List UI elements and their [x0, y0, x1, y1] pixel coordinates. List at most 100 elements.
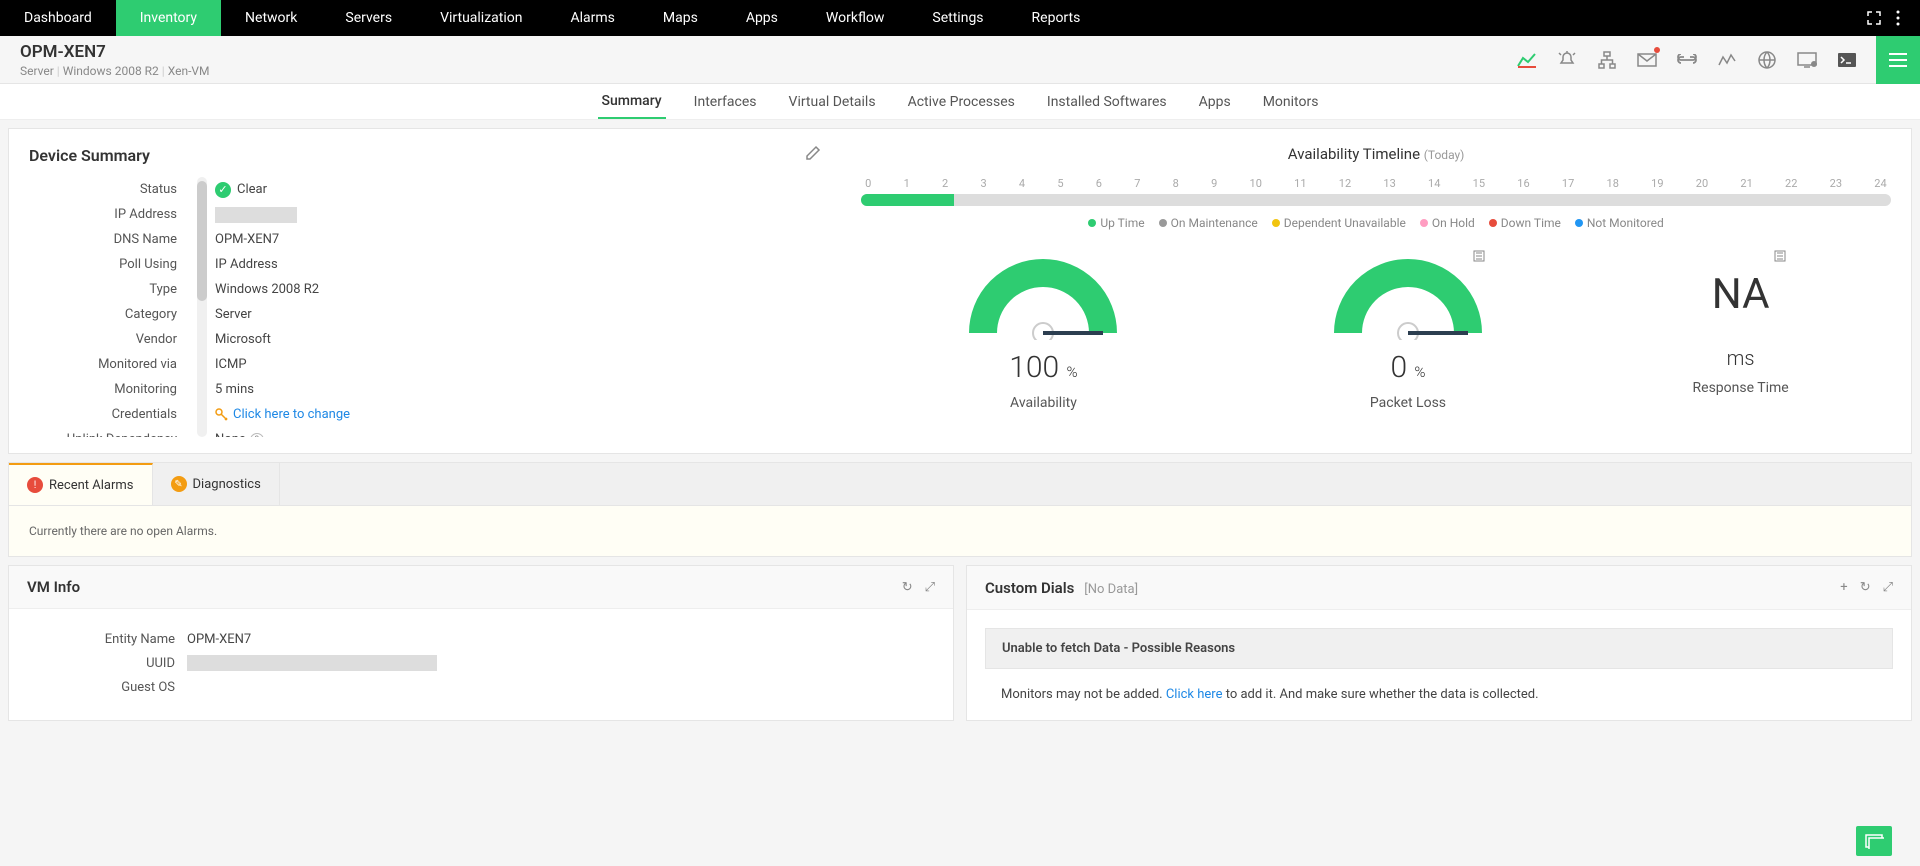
expand-icon[interactable]: ⤢: [1883, 580, 1893, 595]
page-title: OPM-XEN7: [20, 42, 210, 62]
nav-dashboard[interactable]: Dashboard: [0, 0, 116, 36]
expand-icon[interactable]: ⤢: [925, 580, 935, 595]
add-icon[interactable]: +: [1840, 580, 1847, 595]
nav-settings[interactable]: Settings: [908, 0, 1007, 36]
summary-value: OPM-XEN7: [215, 227, 821, 252]
subtab-monitors[interactable]: Monitors: [1259, 84, 1323, 119]
mail-icon[interactable]: [1636, 49, 1658, 71]
vm-info-card: VM Info ↻ ⤢ Entity NameUUIDGuest OS OPM-…: [8, 565, 954, 721]
scrollbar[interactable]: [197, 177, 207, 437]
summary-label: DNS Name: [29, 227, 189, 252]
subtab-summary[interactable]: Summary: [598, 84, 666, 119]
summary-value: None?: [215, 427, 821, 437]
summary-value: Microsoft: [215, 327, 821, 352]
vm-value: [187, 675, 935, 699]
summary-label: Vendor: [29, 327, 189, 352]
custom-dials-title: Custom Dials: [985, 579, 1074, 597]
summary-value: ICMP: [215, 352, 821, 377]
nav-alarms[interactable]: Alarms: [546, 0, 638, 36]
link-icon[interactable]: [1676, 49, 1698, 71]
tab-diagnostics[interactable]: ✎ Diagnostics: [153, 463, 280, 505]
gauge-packet-loss: 0 %Packet Loss: [1328, 248, 1488, 411]
availability-timeline[interactable]: [861, 194, 1891, 206]
summary-label: Credentials: [29, 402, 189, 427]
summary-value: ✓Clear: [215, 177, 821, 202]
alarms-panel: ! Recent Alarms ✎ Diagnostics Currently …: [8, 462, 1912, 557]
nav-inventory[interactable]: Inventory: [116, 0, 221, 36]
vm-label: Guest OS: [27, 675, 187, 699]
fetch-error-title: Unable to fetch Data - Possible Reasons: [985, 628, 1893, 669]
terminal-icon[interactable]: [1836, 49, 1858, 71]
monitor-icon[interactable]: [1796, 49, 1818, 71]
alarms-empty-message: Currently there are no open Alarms.: [9, 506, 1911, 556]
add-monitors-link[interactable]: Click here: [1166, 687, 1223, 702]
kebab-icon[interactable]: [1888, 8, 1908, 28]
refresh-icon[interactable]: ↻: [902, 580, 913, 595]
flowchart-icon[interactable]: [1596, 49, 1618, 71]
performance-icon[interactable]: [1716, 49, 1738, 71]
legend-item: Dependent Unavailable: [1272, 216, 1406, 230]
help-icon[interactable]: ?: [250, 433, 264, 438]
tab-recent-alarms[interactable]: ! Recent Alarms: [9, 463, 153, 505]
summary-label: Type: [29, 277, 189, 302]
floating-action-button[interactable]: [1856, 826, 1892, 856]
summary-label: Monitored via: [29, 352, 189, 377]
legend-item: On Maintenance: [1159, 216, 1258, 230]
summary-value: 5 mins: [215, 377, 821, 402]
vm-value: [187, 651, 935, 675]
key-icon: [215, 408, 229, 422]
credentials-change-link[interactable]: Click here to change: [233, 407, 350, 422]
nav-workflow[interactable]: Workflow: [802, 0, 909, 36]
bell-icon[interactable]: [1556, 49, 1578, 71]
vm-label: Entity Name: [27, 627, 187, 651]
hamburger-menu-button[interactable]: [1876, 36, 1920, 84]
nav-apps[interactable]: Apps: [722, 0, 802, 36]
fetch-error-message: Monitors may not be added. Click here to…: [985, 669, 1893, 702]
subtab-installed-softwares[interactable]: Installed Softwares: [1043, 84, 1171, 119]
subtab-apps[interactable]: Apps: [1195, 84, 1235, 119]
gauge-availability: 100 %Availability: [963, 248, 1123, 411]
redacted-value: [215, 207, 297, 223]
device-summary-title: Device Summary: [29, 146, 150, 165]
alarm-icon: !: [27, 477, 43, 493]
vm-value: OPM-XEN7: [187, 627, 935, 651]
edit-icon[interactable]: [805, 145, 821, 165]
summary-value: Server: [215, 302, 821, 327]
subtab-virtual-details[interactable]: Virtual Details: [785, 84, 880, 119]
refresh-icon[interactable]: ↻: [1860, 580, 1871, 595]
gauge-settings-icon[interactable]: [1472, 248, 1488, 268]
summary-label: Category: [29, 302, 189, 327]
vm-label: UUID: [27, 651, 187, 675]
legend-item: Down Time: [1489, 216, 1561, 230]
timeline-ticks: 0123456789101112131415161718192021222324: [861, 177, 1891, 190]
sub-tabs: Summary Interfaces Virtual Details Active P…: [0, 84, 1920, 120]
summary-label: Status: [29, 177, 189, 202]
summary-label: Monitoring: [29, 377, 189, 402]
summary-value: Windows 2008 R2: [215, 277, 821, 302]
summary-value: [215, 202, 821, 227]
device-header: OPM-XEN7 ServerWindows 2008 R2Xen-VM: [0, 36, 1920, 84]
custom-dials-nodata: [No Data]: [1084, 582, 1138, 597]
top-nav: DashboardInventoryNetworkServersVirtuali…: [0, 0, 1920, 36]
legend-item: On Hold: [1420, 216, 1475, 230]
globe-icon[interactable]: [1756, 49, 1778, 71]
redacted-value: [187, 655, 437, 671]
nav-reports[interactable]: Reports: [1008, 0, 1105, 36]
summary-label: Uplink Dependency: [29, 427, 189, 437]
nav-virtualization[interactable]: Virtualization: [416, 0, 546, 36]
nav-network[interactable]: Network: [221, 0, 321, 36]
summary-label: Poll Using: [29, 252, 189, 277]
check-icon: ✓: [215, 182, 231, 198]
gauge-settings-icon[interactable]: [1773, 248, 1789, 268]
fullscreen-collapse-icon[interactable]: [1864, 8, 1884, 28]
summary-value: Click here to change: [215, 402, 821, 427]
chart-icon[interactable]: [1516, 49, 1538, 71]
summary-value: IP Address: [215, 252, 821, 277]
nav-servers[interactable]: Servers: [321, 0, 416, 36]
subtab-active-processes[interactable]: Active Processes: [904, 84, 1019, 119]
device-meta: ServerWindows 2008 R2Xen-VM: [20, 64, 210, 78]
subtab-interfaces[interactable]: Interfaces: [690, 84, 761, 119]
nav-maps[interactable]: Maps: [639, 0, 722, 36]
legend-item: Up Time: [1088, 216, 1144, 230]
availability-title: Availability Timeline (Today): [861, 145, 1891, 163]
